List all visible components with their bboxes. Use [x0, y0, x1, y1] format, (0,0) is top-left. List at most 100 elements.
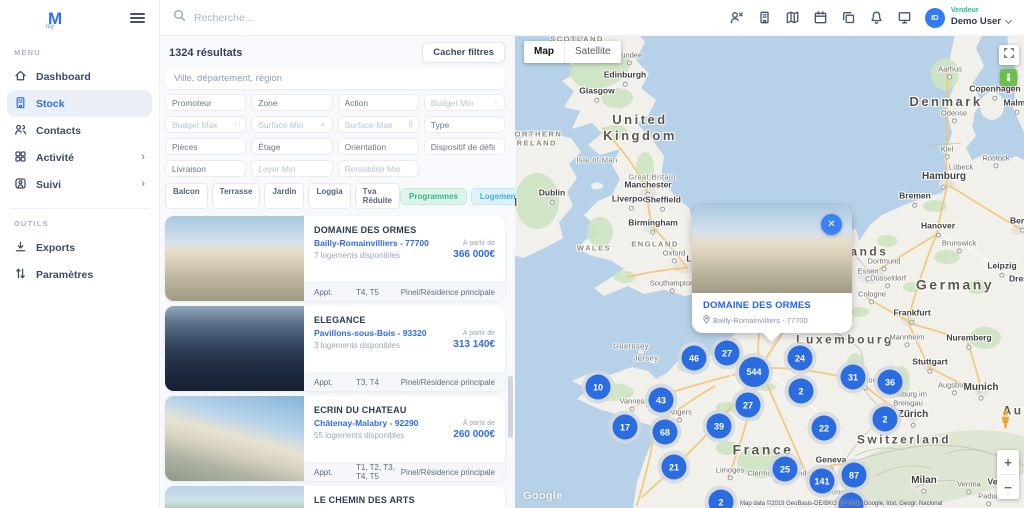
map-popup[interactable]: ✕ DOMAINE DES ORMES Bailly-Romainvillier… — [692, 205, 852, 333]
filter-field[interactable]: Type — [424, 116, 505, 133]
filter-tag[interactable]: Terrasse — [212, 183, 261, 209]
listing-card[interactable]: ELEGANCE Pavillons-sous-Bois - 93320 3 l… — [165, 306, 505, 391]
building-icon[interactable] — [757, 10, 772, 25]
map-cluster-marker[interactable]: 46 — [682, 346, 707, 371]
avatar[interactable]: ID — [925, 8, 945, 28]
user-x-icon[interactable] — [729, 10, 744, 25]
map-cluster-marker[interactable]: 68 — [653, 420, 678, 445]
map-cluster-marker[interactable]: 10 — [586, 375, 611, 400]
filter-field[interactable]: Pièces — [165, 138, 246, 155]
map-cluster-marker[interactable]: 36 — [878, 370, 903, 395]
list-scrollbar[interactable] — [508, 376, 513, 438]
map-cluster-marker[interactable]: 31 — [841, 365, 866, 390]
listing-card[interactable]: LE CHEMIN DES ARTS Asnières-sur-Seine - … — [165, 486, 505, 508]
view-toggle[interactable]: Programmes — [400, 188, 467, 205]
filter-tag[interactable]: Loggia — [308, 183, 350, 209]
sidebar-item-suivi[interactable]: Suivi › — [7, 171, 152, 198]
filter-field-icon — [409, 121, 412, 128]
user-menu[interactable]: ID Vendeur Demo User — [925, 7, 1011, 28]
sidebar-section-menu: MENU — [14, 48, 145, 57]
filter-field[interactable]: Action — [338, 94, 419, 111]
listing-body: ECRIN DU CHATEAU Châtenay-Malabry - 9229… — [304, 396, 505, 481]
map-cluster-marker[interactable]: 27 — [715, 341, 740, 366]
sidebar: Mizy MENU Dashboard Stock Contacts Activ… — [0, 0, 160, 508]
filter-field[interactable]: Surface Min — [251, 116, 332, 133]
filter-field[interactable]: Zone — [251, 94, 332, 111]
sidebar-item-dashboard[interactable]: Dashboard — [7, 63, 152, 90]
sidebar-item-contacts[interactable]: Contacts — [7, 117, 152, 144]
zoom-out-button[interactable]: − — [997, 475, 1019, 499]
filter-field-label: Surface Max — [345, 120, 393, 130]
person-icon — [1004, 69, 1013, 87]
monitor-icon[interactable] — [897, 10, 912, 25]
listings: DOMAINE DES ORMES Bailly-Romainvilliers … — [165, 216, 505, 508]
map-cluster-marker[interactable]: 21 — [662, 455, 687, 480]
map-icon[interactable] — [785, 10, 800, 25]
map-cluster-marker[interactable]: 27 — [736, 393, 761, 418]
map-cluster-marker[interactable]: 25 — [773, 457, 798, 482]
fullscreen-button[interactable] — [999, 45, 1019, 65]
hide-filters-button[interactable]: Cacher filtres — [422, 42, 505, 63]
map-cluster-marker[interactable]: 39 — [707, 414, 732, 439]
filter-field[interactable]: Loyer Min — [251, 160, 332, 177]
filter-field[interactable]: Surface Max — [338, 116, 419, 133]
map-type-map-button[interactable]: Map — [524, 41, 564, 63]
filter-tag[interactable]: Tva Réduite — [355, 183, 400, 209]
zoom-in-button[interactable]: + — [997, 450, 1019, 474]
sidebar-section-outils: OUTILS — [14, 219, 145, 228]
map-container[interactable]: SCOTLAND Dundee Edinburgh Glasgow United… — [515, 36, 1024, 508]
brand-logo[interactable]: Mizy — [48, 10, 62, 27]
filter-tag[interactable]: Jardin — [264, 183, 304, 209]
sidebar-item-activite[interactable]: Activité › — [7, 144, 152, 171]
map-type-satellite-button[interactable]: Satellite — [565, 41, 621, 63]
filter-field[interactable]: Dispositif de défiscalis — [424, 138, 505, 155]
filter-tags-row: BalconTerrasseJardinLoggiaTva Réduite Pr… — [165, 183, 505, 209]
map-cluster-marker[interactable]: 141 — [810, 469, 835, 494]
map-cluster-marker[interactable]: 2 — [709, 490, 734, 508]
sidebar-item-parametres[interactable]: Paramètres — [7, 261, 152, 288]
listing-card[interactable]: ECRIN DU CHATEAU Châtenay-Malabry - 9229… — [165, 396, 505, 481]
filter-field[interactable]: Budget Max — [165, 116, 246, 133]
calendar-icon[interactable] — [813, 10, 828, 25]
search-input[interactable] — [194, 12, 414, 24]
agency-layer-button[interactable] — [1000, 69, 1017, 86]
grid-icon — [14, 150, 27, 166]
listing-title: DOMAINE DES ORMES — [314, 225, 495, 235]
listing-footer: Appt. T4, T5 Pinel/Résidence principale — [304, 282, 505, 301]
map-cluster-marker[interactable]: 2 — [873, 407, 898, 432]
sidebar-item-stock[interactable]: Stock — [7, 90, 152, 117]
filter-field[interactable]: Étage — [251, 138, 332, 155]
listing-title: ELEGANCE — [314, 315, 495, 325]
filter-tag[interactable]: Balcon — [165, 183, 208, 209]
close-icon[interactable]: ✕ — [821, 214, 842, 235]
pegman-icon[interactable] — [999, 410, 1012, 434]
map-attribution: Map data ©2019 GeoBasis-DE/BKG (©2009), … — [740, 501, 942, 507]
filter-field[interactable]: Promoteur — [165, 94, 246, 111]
filter-field-label: Budget Max — [172, 120, 217, 130]
filter-field[interactable]: Livraison — [165, 160, 246, 177]
map-cluster-marker[interactable]: 544 — [739, 357, 769, 387]
map-cluster-marker[interactable]: 2 — [789, 379, 814, 404]
map-cluster-marker[interactable]: 17 — [613, 415, 638, 440]
zoom-control: + − — [997, 450, 1019, 499]
users-icon — [14, 123, 27, 139]
map-cluster-marker[interactable]: 24 — [788, 346, 813, 371]
map-cluster-marker[interactable]: 43 — [649, 388, 674, 413]
filter-field[interactable]: Rentabilité Min — [338, 160, 419, 177]
listing-card[interactable]: DOMAINE DES ORMES Bailly-Romainvilliers … — [165, 216, 505, 301]
filter-field[interactable]: Budget Min — [424, 94, 505, 111]
view-toggle[interactable]: Logements — [471, 188, 515, 205]
map-type-control: Map Satellite — [524, 41, 621, 63]
listing-body: ELEGANCE Pavillons-sous-Bois - 93320 3 l… — [304, 306, 505, 391]
location-search-input[interactable] — [165, 68, 505, 89]
hamburger-menu-icon[interactable] — [130, 10, 145, 25]
filter-field[interactable]: Orientation — [338, 138, 419, 155]
map-cluster-marker[interactable]: 87 — [842, 463, 867, 488]
sidebar-item-exports[interactable]: Exports — [7, 234, 152, 261]
search-icon — [173, 9, 186, 27]
bell-icon[interactable] — [869, 10, 884, 25]
brand-logo-sub: izy — [46, 24, 54, 30]
map-cluster-marker[interactable]: 22 — [812, 416, 837, 441]
listing-photo — [165, 216, 304, 301]
copy-icon[interactable] — [841, 10, 856, 25]
